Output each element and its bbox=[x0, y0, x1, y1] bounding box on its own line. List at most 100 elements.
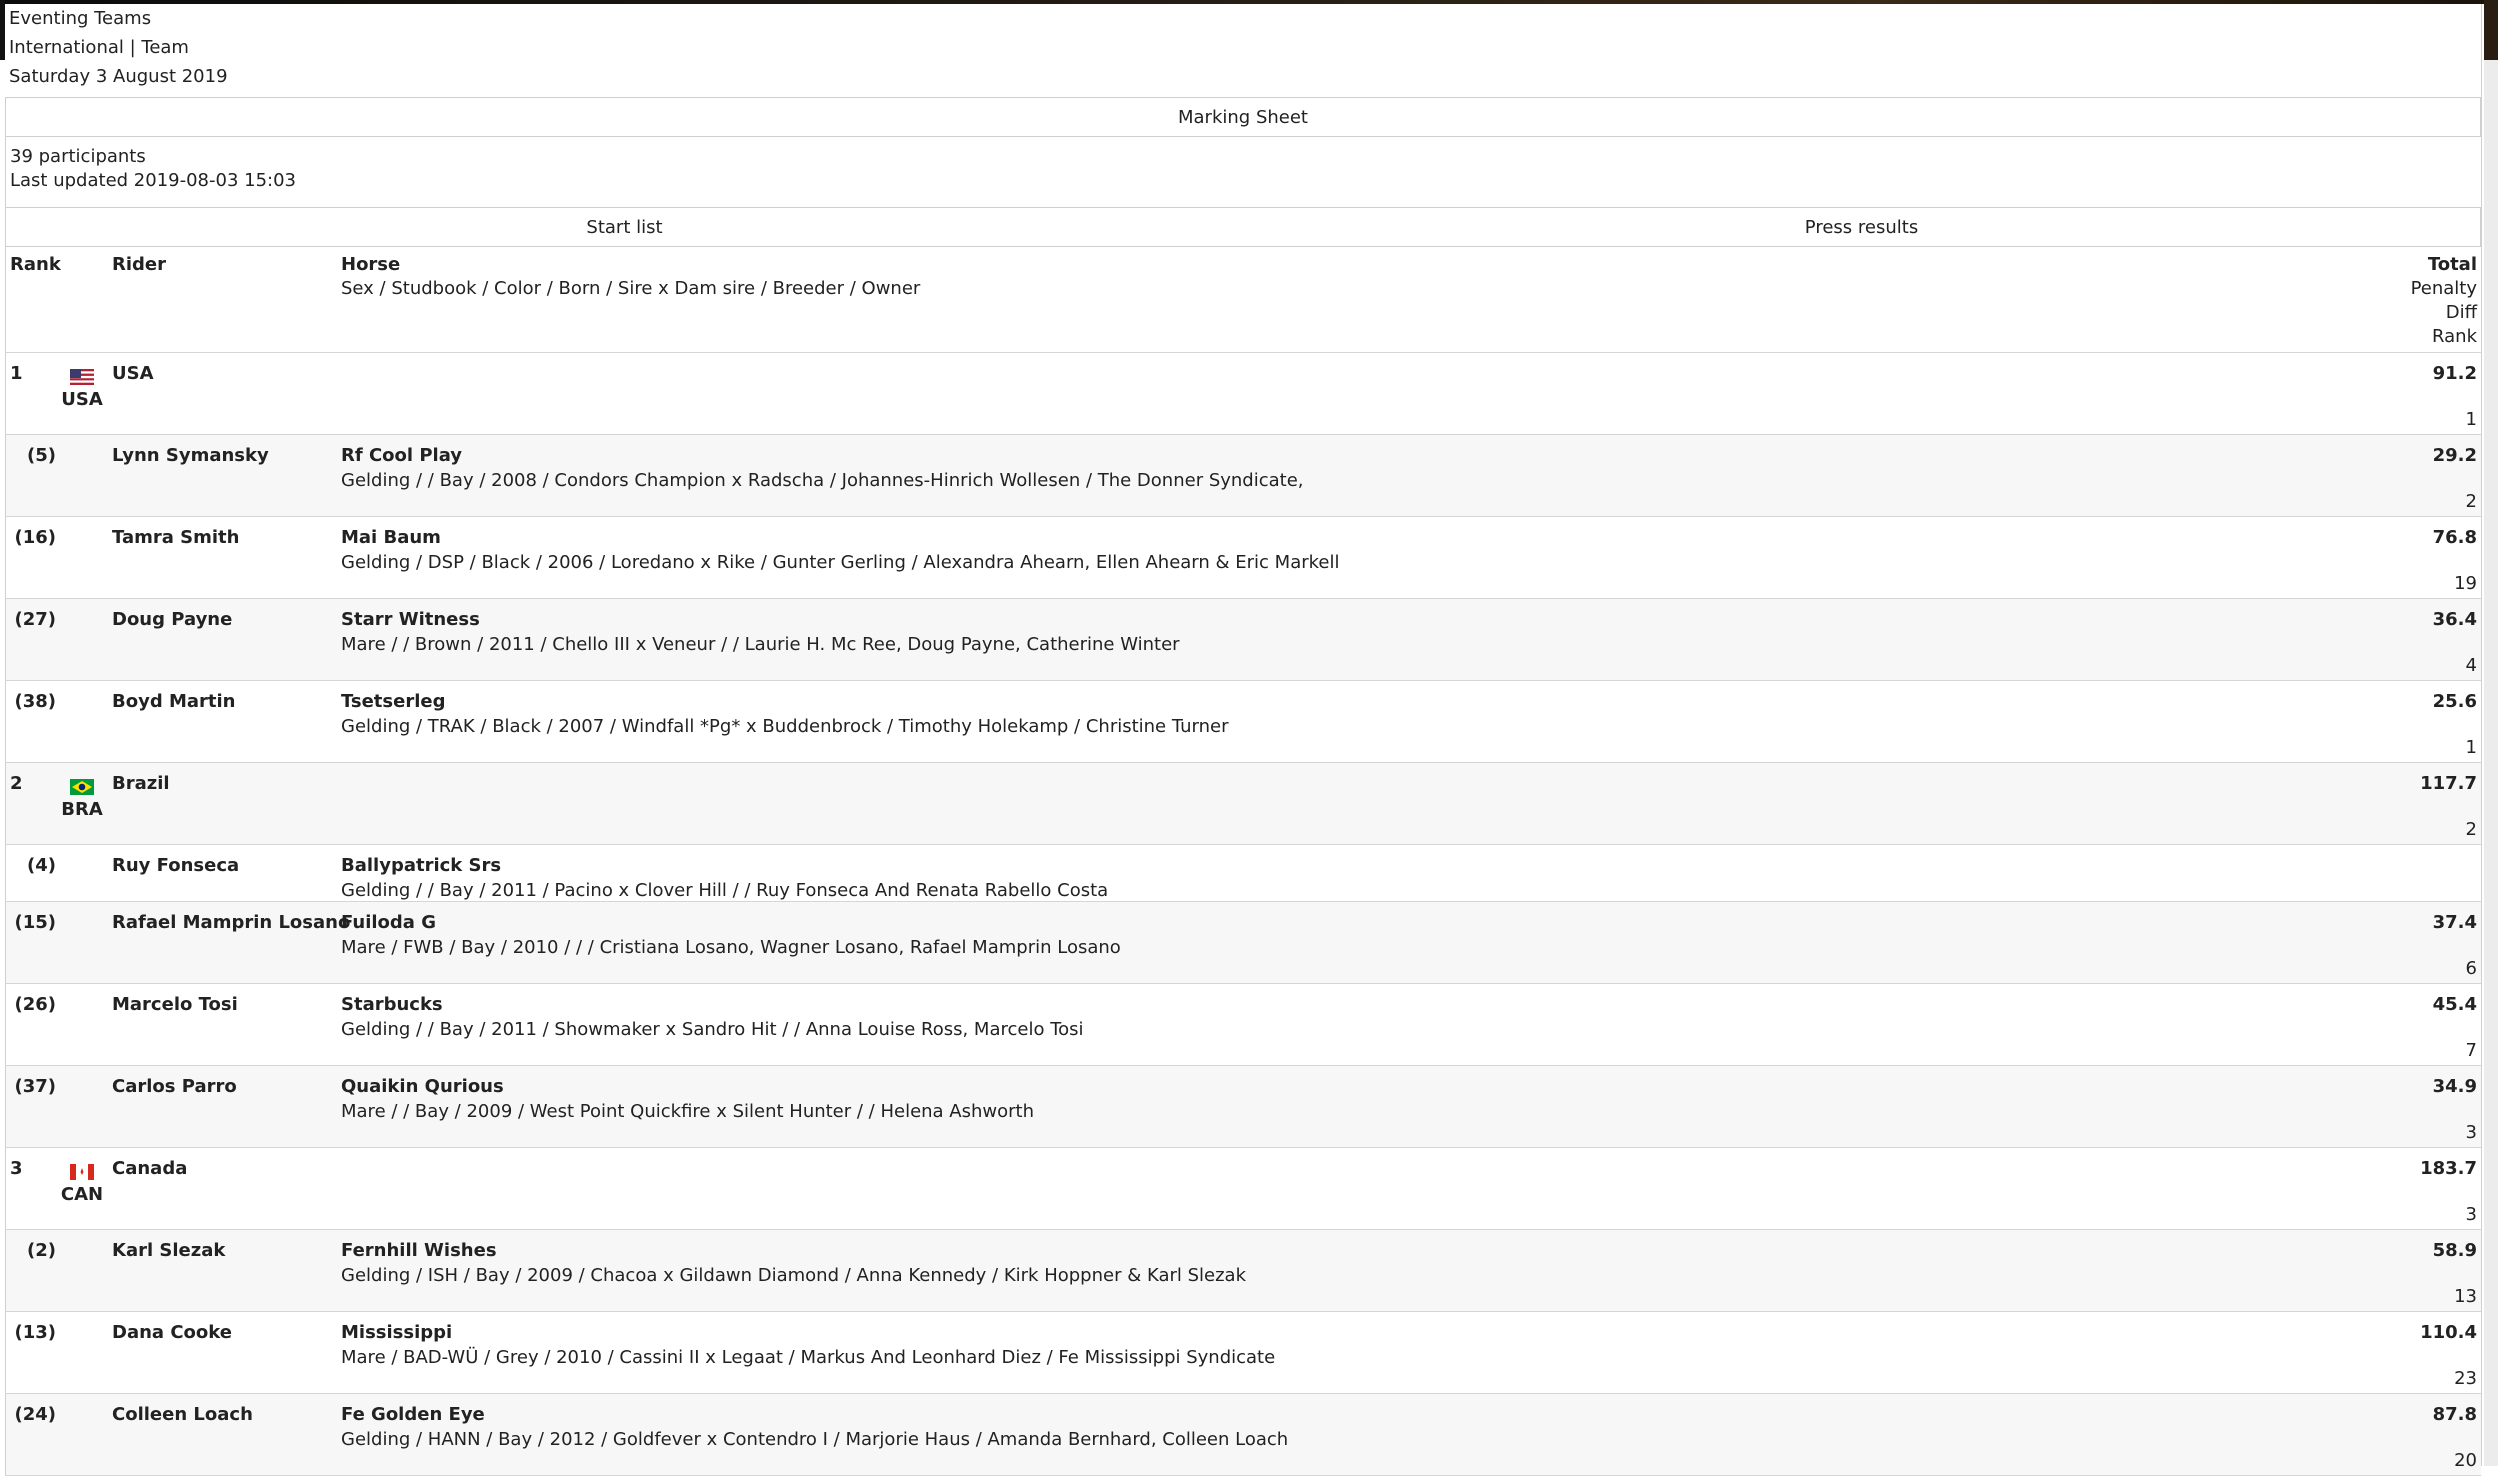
marking-sheet-label: Marking Sheet bbox=[1178, 106, 1308, 128]
event-date: Saturday 3 August 2019 bbox=[9, 66, 228, 87]
rider-rank: 1 bbox=[2465, 737, 2477, 758]
right-edge-strip bbox=[2484, 0, 2498, 60]
horse-name[interactable]: Mai Baum bbox=[341, 527, 441, 548]
rider-position: (16) bbox=[14, 527, 56, 548]
marking-sheet-link[interactable]: Marking Sheet bbox=[5, 97, 2481, 137]
col-rank: Rank bbox=[10, 254, 61, 275]
rider-name[interactable]: Karl Slezak bbox=[112, 1240, 225, 1261]
rider-total: 76.8 bbox=[2432, 527, 2477, 548]
col-horse-sub: Sex / Studbook / Color / Born / Sire x D… bbox=[341, 278, 921, 299]
rider-total: 45.4 bbox=[2432, 994, 2477, 1015]
rider-position: (24) bbox=[14, 1404, 56, 1425]
rider-position: (4) bbox=[27, 855, 56, 876]
rider-name[interactable]: Dana Cooke bbox=[112, 1322, 232, 1343]
rider-name[interactable]: Boyd Martin bbox=[112, 691, 236, 712]
horse-details: Gelding / ISH / Bay / 2009 / Chacoa x Gi… bbox=[341, 1265, 1247, 1286]
rider-total: 36.4 bbox=[2432, 609, 2477, 630]
rider-total: 29.2 bbox=[2432, 445, 2477, 466]
team-name[interactable]: Brazil bbox=[112, 773, 170, 794]
tab-press-results[interactable]: Press results bbox=[1243, 208, 2480, 246]
rider-position: (27) bbox=[14, 609, 56, 630]
event-subtitle: International | Team bbox=[9, 37, 189, 58]
team-total-rank: 1 bbox=[2465, 409, 2477, 430]
rider-row: (16) Tamra Smith Mai Baum Gelding / DSP / B… bbox=[5, 517, 2481, 599]
rider-row: (15) Rafael Mamprin Losano Fuiloda G Mare /… bbox=[5, 902, 2481, 984]
rider-name[interactable]: Marcelo Tosi bbox=[112, 994, 238, 1015]
team-row: 3 CAN Canada 183.7 3 bbox=[5, 1148, 2481, 1230]
rider-rank: 6 bbox=[2465, 958, 2477, 979]
horse-name[interactable]: Rf Cool Play bbox=[341, 445, 462, 466]
participants-count: 39 participants bbox=[10, 146, 146, 167]
rider-rank: 3 bbox=[2465, 1122, 2477, 1143]
rider-row: (5) Lynn Symansky Rf Cool Play Gelding / / … bbox=[5, 435, 2481, 517]
team-row: 2 BRA Brazil 117.7 2 bbox=[5, 763, 2481, 845]
us-flag-icon bbox=[70, 369, 94, 385]
ca-flag-icon bbox=[70, 1164, 94, 1180]
rider-name[interactable]: Rafael Mamprin Losano bbox=[112, 912, 350, 933]
rider-rank: 4 bbox=[2465, 655, 2477, 676]
rider-name[interactable]: Carlos Parro bbox=[112, 1076, 237, 1097]
rider-position: (37) bbox=[14, 1076, 56, 1097]
rider-name[interactable]: Ruy Fonseca bbox=[112, 855, 239, 876]
team-total-rank: 2 bbox=[2465, 819, 2477, 840]
rider-name[interactable]: Doug Payne bbox=[112, 609, 232, 630]
br-flag-icon bbox=[70, 779, 94, 795]
team-total-rank: 3 bbox=[2465, 1204, 2477, 1225]
team-rank: 1 bbox=[10, 363, 23, 384]
col-diff: Diff bbox=[2445, 302, 2477, 323]
info-block: 39 participants Last updated 2019-08-03 … bbox=[5, 137, 2481, 207]
rider-name[interactable]: Tamra Smith bbox=[112, 527, 239, 548]
rider-position: (2) bbox=[27, 1240, 56, 1261]
rider-position: (13) bbox=[14, 1322, 56, 1343]
tab-start-list[interactable]: Start list bbox=[6, 208, 1243, 246]
team-name[interactable]: USA bbox=[112, 363, 154, 384]
col-rider: Rider bbox=[112, 254, 166, 275]
horse-details: Gelding / / Bay / 2011 / Showmaker x San… bbox=[341, 1019, 1084, 1040]
horse-name[interactable]: Ballypatrick Srs bbox=[341, 855, 501, 876]
rider-total: 34.9 bbox=[2432, 1076, 2477, 1097]
rider-rank: 20 bbox=[2454, 1450, 2477, 1471]
team-name[interactable]: Canada bbox=[112, 1158, 187, 1179]
horse-name[interactable]: Fuiloda G bbox=[341, 912, 436, 933]
rider-row: (13) Dana Cooke Mississippi Mare / BAD-WÜ /… bbox=[5, 1312, 2481, 1394]
rider-rank: 7 bbox=[2465, 1040, 2477, 1061]
horse-name[interactable]: Starr Witness bbox=[341, 609, 480, 630]
horse-name[interactable]: Tsetserleg bbox=[341, 691, 445, 712]
rider-total: 87.8 bbox=[2432, 1404, 2477, 1425]
team-total: 91.2 bbox=[2432, 363, 2477, 384]
team-rank: 2 bbox=[10, 773, 23, 794]
rider-row: (2) Karl Slezak Fernhill Wishes Gelding / I… bbox=[5, 1230, 2481, 1312]
scrollbar[interactable] bbox=[2484, 0, 2498, 1466]
team-row: 1 USA USA 91.2 1 bbox=[5, 353, 2481, 435]
rider-rank: 19 bbox=[2454, 573, 2477, 594]
horse-name[interactable]: Starbucks bbox=[341, 994, 443, 1015]
column-headers: Rank Rider Horse Sex / Studbook / Color … bbox=[5, 247, 2481, 353]
col-horse: Horse bbox=[341, 254, 401, 275]
horse-name[interactable]: Mississippi bbox=[341, 1322, 452, 1343]
col-total: Total bbox=[2427, 254, 2477, 275]
horse-name[interactable]: Quaikin Qurious bbox=[341, 1076, 504, 1097]
rider-row: (27) Doug Payne Starr Witness Mare / / Brow… bbox=[5, 599, 2481, 681]
results-table: 1 USA USA 91.2 1 (5) Lynn Symansky Rf Cool Play… bbox=[5, 353, 2481, 1476]
rider-name[interactable]: Lynn Symansky bbox=[112, 445, 269, 466]
rider-position: (5) bbox=[27, 445, 56, 466]
rider-row: (24) Colleen Loach Fe Golden Eye Gelding / … bbox=[5, 1394, 2481, 1476]
rider-total: 25.6 bbox=[2432, 691, 2477, 712]
horse-details: Gelding / HANN / Bay / 2012 / Goldfever … bbox=[341, 1429, 1289, 1450]
team-rank: 3 bbox=[10, 1158, 23, 1179]
team-total: 117.7 bbox=[2420, 773, 2477, 794]
team-code: BRA bbox=[61, 799, 103, 820]
horse-name[interactable]: Fernhill Wishes bbox=[341, 1240, 497, 1261]
horse-details: Gelding / / Bay / 2008 / Condors Champio… bbox=[341, 470, 1304, 491]
rider-rank: 23 bbox=[2454, 1368, 2477, 1389]
rider-position: (26) bbox=[14, 994, 56, 1015]
horse-details: Gelding / / Bay / 2011 / Pacino x Clover… bbox=[341, 880, 1109, 901]
team-code: CAN bbox=[60, 1184, 104, 1205]
event-header: Eventing Teams International | Team Satu… bbox=[5, 4, 2481, 97]
rider-name[interactable]: Colleen Loach bbox=[112, 1404, 253, 1425]
rider-rank: 13 bbox=[2454, 1286, 2477, 1307]
horse-name[interactable]: Fe Golden Eye bbox=[341, 1404, 485, 1425]
result-tabs: Start list Press results bbox=[5, 207, 2481, 247]
rider-row: (26) Marcelo Tosi Starbucks Gelding / / Bay… bbox=[5, 984, 2481, 1066]
rider-total: 58.9 bbox=[2432, 1240, 2477, 1261]
